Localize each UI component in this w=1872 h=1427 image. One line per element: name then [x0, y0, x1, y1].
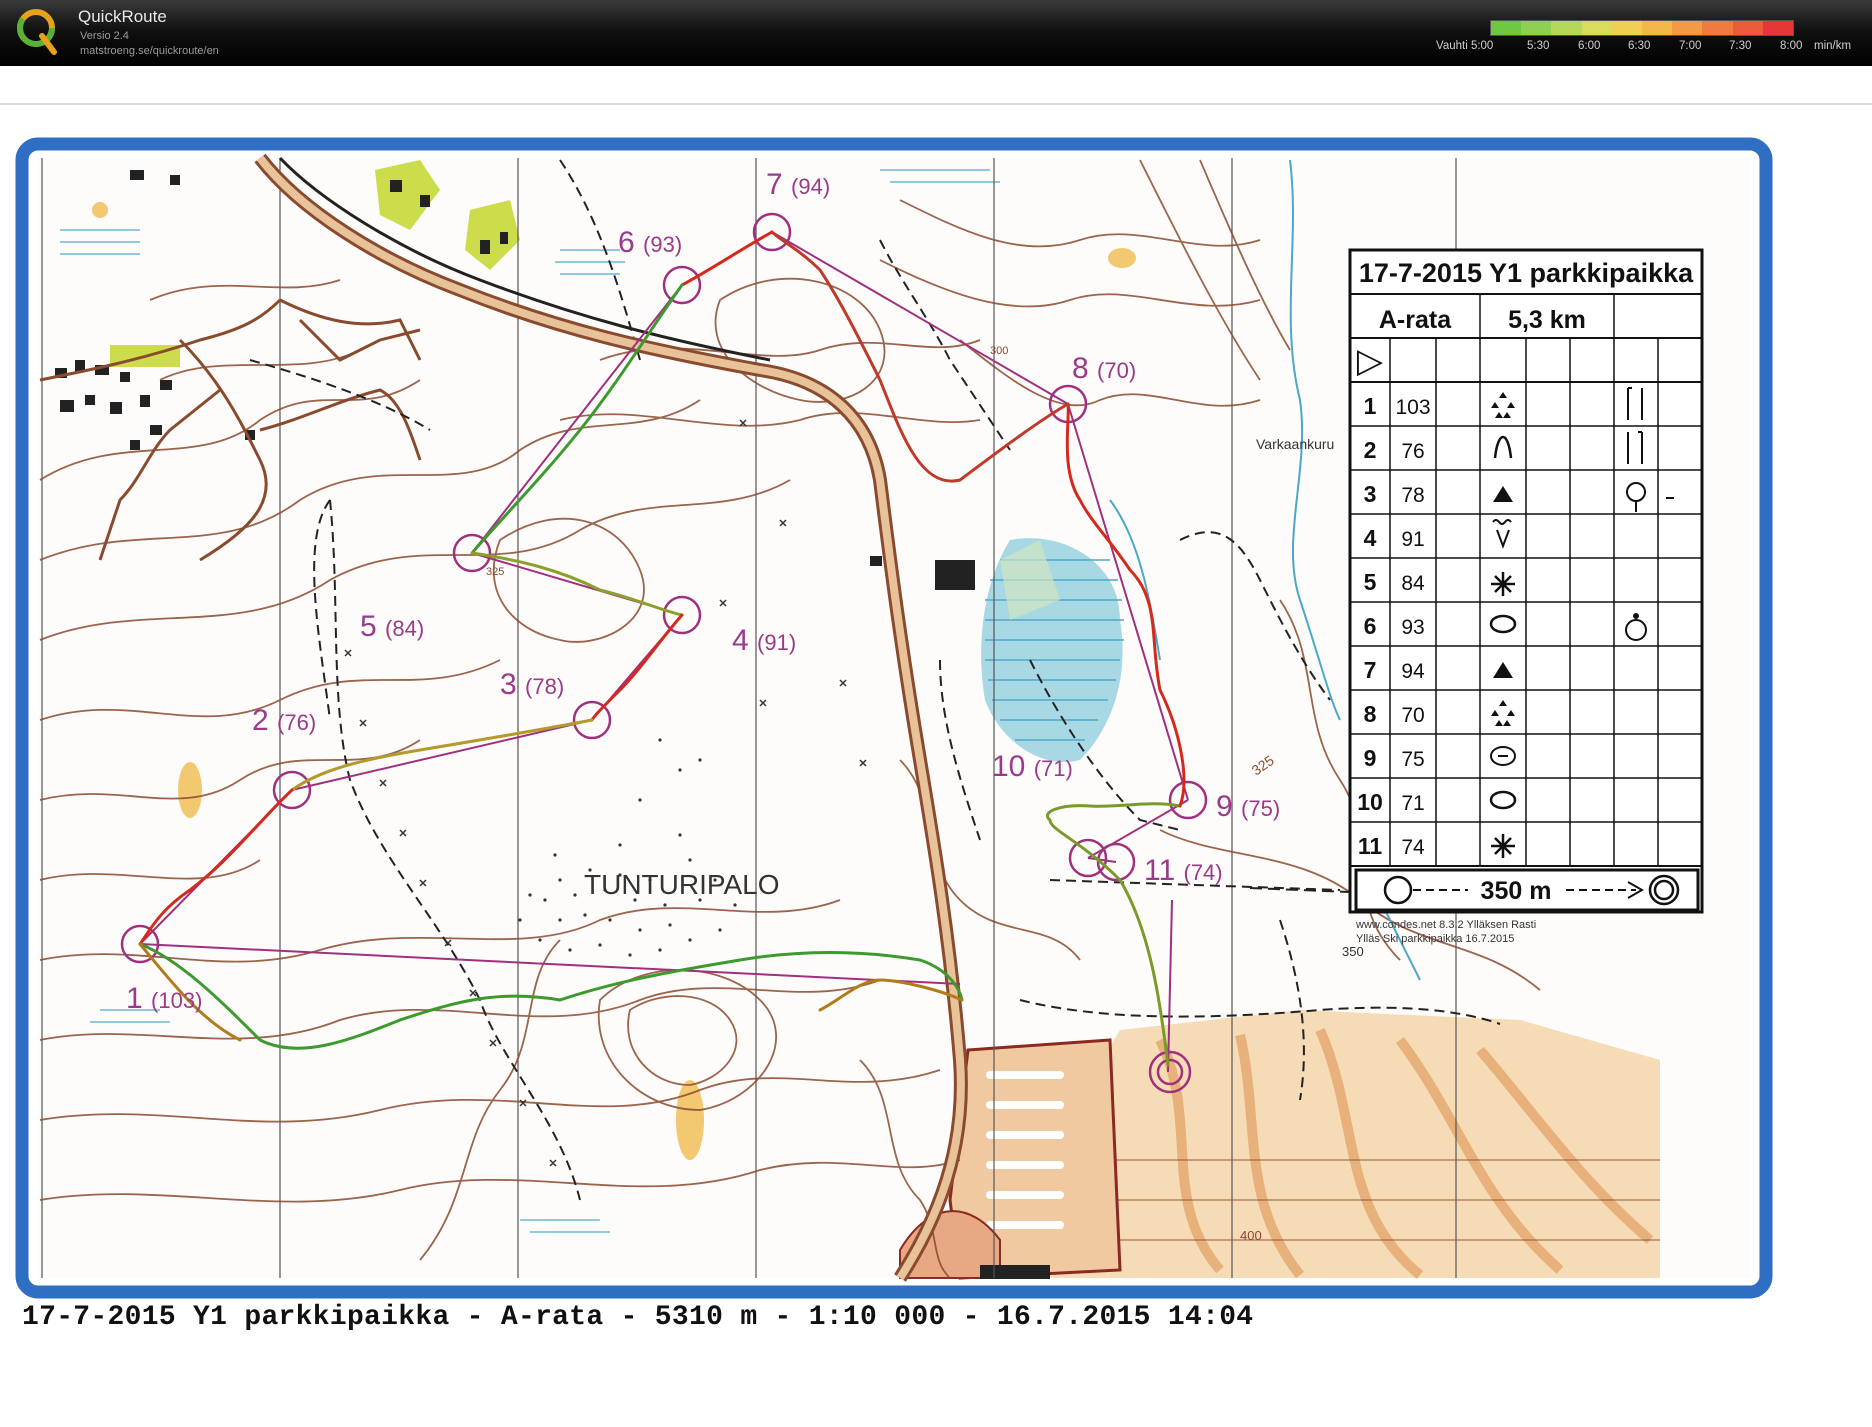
- finish-row: 350 m: [1354, 868, 1700, 912]
- sheet-row-code: 78: [1401, 484, 1424, 507]
- sheet-row-code: 70: [1401, 704, 1424, 727]
- sheet-row-num: 3: [1364, 481, 1377, 507]
- spot-height: 300: [990, 345, 1008, 357]
- sheet-row-num: 11: [1358, 833, 1383, 859]
- finish-distance: 350 m: [1481, 877, 1552, 905]
- app-url: matstroeng.se/quickroute/en: [80, 45, 219, 57]
- stream-name: Varkaankuru: [1256, 436, 1334, 452]
- app-version: Versio 2.4: [80, 30, 129, 42]
- pace-color-swatch: [1702, 21, 1733, 35]
- pace-color-swatch: [1491, 21, 1522, 35]
- sheet-row-code: 71: [1401, 792, 1424, 815]
- sheet-row-num: 7: [1364, 657, 1377, 683]
- sheet-row-num: 4: [1364, 525, 1377, 551]
- map-credit-line: www.condes.net 8.3.2 Ylläksen Rasti: [1355, 919, 1536, 931]
- app-header: QuickRoute Versio 2.4 matstroeng.se/quic…: [0, 0, 1872, 66]
- pace-color-swatch: [1762, 21, 1794, 35]
- pace-color-swatch: [1581, 21, 1612, 35]
- sheet-length: 5,3 km: [1508, 306, 1586, 334]
- orienteering-map[interactable]: 1 (103) 2 (76) 3 (78) 4 (91) 5 (84) 6 (9…: [0, 66, 1872, 1427]
- sheet-row-num: 5: [1364, 569, 1377, 595]
- map-caption: 17-7-2015 Y1 parkkipaikka - A-rata - 531…: [22, 1302, 1254, 1333]
- sheet-row-code: 94: [1401, 660, 1425, 683]
- pace-color-swatch: [1521, 21, 1552, 35]
- pace-color-swatch: [1732, 21, 1763, 35]
- sheet-title: 17-7-2015 Y1 parkkipaikka: [1359, 258, 1694, 288]
- pace-color-swatch: [1642, 21, 1673, 35]
- sheet-row-code: 76: [1401, 440, 1424, 463]
- sheet-row-num: 2: [1364, 437, 1377, 463]
- pace-color-scale: [1490, 20, 1794, 36]
- pace-tick: 8:00: [1780, 40, 1803, 52]
- sheet-row-code: 91: [1401, 528, 1424, 551]
- pace-tick: 6:30: [1628, 40, 1651, 52]
- sheet-row-num: 8: [1364, 701, 1377, 727]
- pace-color-swatch: [1672, 21, 1703, 35]
- place-name: TUNTURIPALO: [584, 869, 780, 900]
- sheet-row-code: 93: [1401, 616, 1424, 639]
- start-triangle-icon: ▷: [1357, 342, 1384, 380]
- control-description-sheet: 17-7-2015 Y1 parkkipaikka A-rata 5,3 km …: [1348, 248, 1704, 914]
- pace-label: Vauhti 5:00: [1436, 40, 1494, 52]
- sheet-row-num: 9: [1364, 745, 1377, 771]
- pace-unit: min/km: [1814, 40, 1852, 52]
- quickroute-logo-icon: [17, 9, 57, 55]
- sheet-row-num: 6: [1364, 613, 1377, 639]
- spot-height: 350: [1342, 944, 1364, 959]
- spot-height: 325: [486, 566, 504, 578]
- pace-tick: 7:00: [1679, 40, 1702, 52]
- sheet-row-num: 1: [1364, 393, 1377, 419]
- sheet-row-code: 75: [1401, 748, 1424, 771]
- spot-height: 400: [1240, 1228, 1262, 1243]
- pace-color-swatch: [1611, 21, 1643, 35]
- pace-tick: 6:00: [1578, 40, 1601, 52]
- pace-tick: 5:30: [1527, 40, 1550, 52]
- sheet-course: A-rata: [1379, 306, 1452, 334]
- pace-tick: 7:30: [1729, 40, 1752, 52]
- map-credit-line: Ylläs Ski parkkipaikka 16.7.2015: [1356, 933, 1514, 945]
- sheet-row-num: 10: [1357, 789, 1383, 815]
- sheet-row-code: 103: [1395, 396, 1430, 419]
- sheet-row-code: 74: [1401, 836, 1425, 859]
- app-title: QuickRoute: [78, 7, 167, 26]
- sheet-row-code: 84: [1401, 572, 1425, 595]
- pace-color-swatch: [1551, 21, 1582, 35]
